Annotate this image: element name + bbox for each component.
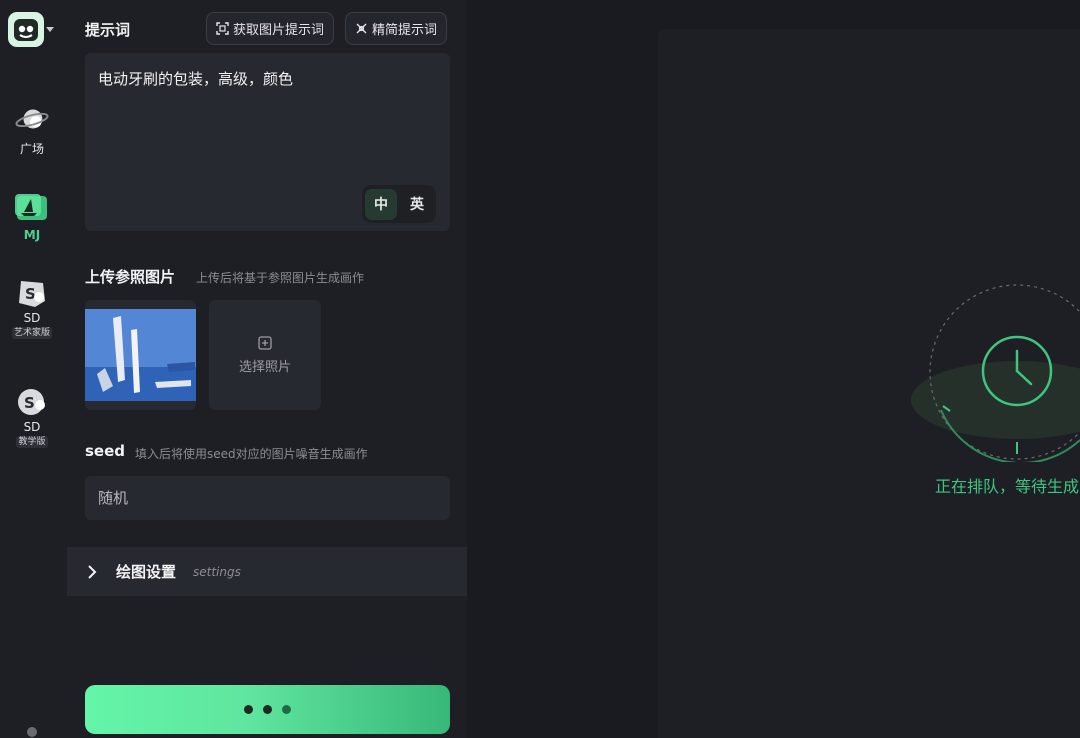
left-rail: 广场 MJ S SD 艺术家版 S SD 教学版 <box>0 0 67 738</box>
seed-hint: 填入后将使用seed对应的图片噪音生成画作 <box>135 447 368 461</box>
select-photo-button[interactable]: 选择照片 <box>209 300 321 410</box>
app-logo-icon <box>14 18 38 41</box>
reference-hint: 上传后将基于参照图片生成画作 <box>196 271 365 285</box>
sparkle-cross-icon <box>356 23 367 34</box>
sidebar-item-label: SD <box>23 420 41 434</box>
seed-title: seed <box>85 442 126 460</box>
sd-art-icon: S <box>15 278 49 308</box>
reference-title: 上传参照图片 <box>85 268 176 286</box>
reference-image <box>85 300 196 410</box>
queue-status-text: 正在排队，等待生成中 <box>935 477 1080 496</box>
queue-clock-icon <box>911 284 1080 462</box>
loading-dot <box>263 705 272 714</box>
drawing-settings-header[interactable]: 绘图设置 settings <box>67 547 467 596</box>
drawing-settings-subtitle: settings <box>193 564 241 579</box>
prompt-title: 提示词 <box>85 21 131 39</box>
lang-zh-button[interactable]: 中 <box>365 188 397 220</box>
sidebar-item-sd-teach[interactable]: S SD 教学版 <box>0 387 64 448</box>
settings-panel: 提示词 获取图片提示词 精简提示词 电动牙刷的包装，高级，颜色 中 英 上传参照… <box>67 0 467 738</box>
seed-input[interactable] <box>85 476 450 520</box>
lang-en-button[interactable]: 英 <box>401 189 433 220</box>
user-avatar[interactable] <box>27 727 37 737</box>
simplify-prompt-button[interactable]: 精简提示词 <box>345 12 448 45</box>
select-photo-label: 选择照片 <box>238 359 291 375</box>
loading-dot <box>282 705 291 714</box>
generate-button[interactable] <box>85 685 450 734</box>
get-image-prompt-label: 获取图片提示词 <box>233 23 325 38</box>
language-toggle[interactable]: 中 英 <box>362 185 436 223</box>
sd-teach-icon: S <box>15 387 49 417</box>
sidebar-item-label: SD <box>23 311 41 325</box>
loading-dot <box>244 705 253 714</box>
planet-icon <box>15 104 49 134</box>
sidebar-item-plaza[interactable]: 广场 <box>0 104 64 157</box>
simplify-prompt-label: 精简提示词 <box>372 23 438 38</box>
sidebar-item-sub: 艺术家版 <box>11 327 52 339</box>
add-image-icon <box>258 335 272 350</box>
app-logo[interactable] <box>8 12 44 47</box>
svg-text:S: S <box>25 285 36 303</box>
logo-dropdown-caret-icon[interactable] <box>46 27 54 32</box>
sidebar-item-label: 广场 <box>19 142 44 156</box>
sailboat-icon <box>15 192 49 222</box>
prompt-text[interactable]: 电动牙刷的包装，高级，颜色 <box>98 68 293 89</box>
prompt-textarea[interactable]: 电动牙刷的包装，高级，颜色 中 英 <box>85 53 450 231</box>
sidebar-item-sd-art[interactable]: S SD 艺术家版 <box>0 278 64 339</box>
chevron-right-icon <box>87 564 101 579</box>
image-scan-icon <box>216 22 229 35</box>
get-image-prompt-button[interactable]: 获取图片提示词 <box>206 12 335 45</box>
svg-text:S: S <box>24 394 35 412</box>
drawing-settings-title: 绘图设置 <box>116 563 177 581</box>
sidebar-item-mj[interactable]: MJ <box>0 192 64 242</box>
sidebar-item-sub: 教学版 <box>16 436 48 448</box>
sidebar-item-label: MJ <box>23 228 41 242</box>
reference-image-thumbnail[interactable] <box>85 300 196 410</box>
